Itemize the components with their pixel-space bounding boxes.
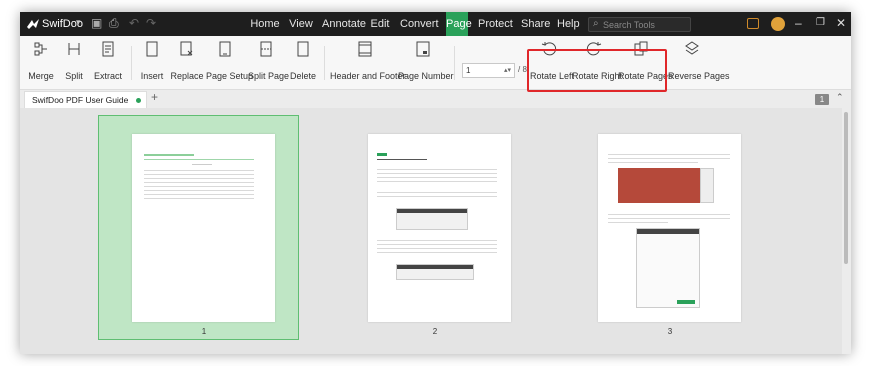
split-button[interactable]: Split xyxy=(60,38,88,86)
redo-icon[interactable]: ↷ xyxy=(146,16,156,30)
page-number-icon xyxy=(416,41,430,57)
menu-page[interactable]: Page xyxy=(446,12,472,36)
insert-button[interactable]: Insert xyxy=(136,38,168,86)
undo-icon[interactable]: ↶ xyxy=(129,16,139,30)
menu-edit[interactable]: Edit xyxy=(370,12,390,36)
page-number-label: 3 xyxy=(667,327,673,336)
reverse-pages-icon xyxy=(685,41,699,55)
app-window: SwifDoo ▾ ▣ ⎙ ↶ ↷ Home View Annotate Edi… xyxy=(20,12,851,354)
insert-icon xyxy=(146,41,158,57)
menu-view[interactable]: View xyxy=(288,12,314,36)
split-label: Split xyxy=(65,71,83,81)
ribbon-divider xyxy=(131,46,132,80)
header-footer-button[interactable]: Header and Footer xyxy=(330,38,406,86)
header-footer-label: Header and Footer xyxy=(330,71,406,81)
close-icon[interactable]: ✕ xyxy=(836,16,846,30)
document-tab[interactable]: SwifDoo PDF User Guide xyxy=(24,91,147,108)
title-bar: SwifDoo ▾ ▣ ⎙ ↶ ↷ Home View Annotate Edi… xyxy=(20,12,851,36)
page-number-label: Page Number xyxy=(398,71,454,81)
page-input[interactable]: 1 ▴▾ xyxy=(462,63,515,78)
page-number-button[interactable]: Page Number xyxy=(398,38,454,86)
merge-icon xyxy=(34,42,47,56)
menu-home[interactable]: Home xyxy=(248,12,282,36)
menu-share[interactable]: Share xyxy=(521,12,550,36)
split-page-icon xyxy=(260,41,272,57)
page-input-value: 1 xyxy=(466,66,471,75)
extract-label: Extract xyxy=(93,71,122,81)
search-box[interactable]: ⌕ xyxy=(588,17,691,32)
page-setup-icon xyxy=(219,41,231,57)
delete-page-icon xyxy=(297,41,309,57)
sample-image xyxy=(618,168,700,203)
app-menu-caret-icon[interactable]: ▾ xyxy=(76,17,81,28)
split-page-button[interactable]: Split Page xyxy=(248,38,290,86)
menu-annotate[interactable]: Annotate xyxy=(322,12,366,36)
menu-convert[interactable]: Convert xyxy=(400,12,439,36)
menu-help[interactable]: Help xyxy=(557,12,580,36)
search-icon: ⌕ xyxy=(593,18,599,29)
page-count-badge: 1 xyxy=(815,94,829,105)
avatar[interactable] xyxy=(771,17,785,31)
swifdoo-logo-icon xyxy=(27,19,39,29)
delete-button[interactable]: Delete xyxy=(288,38,318,86)
ribbon-divider xyxy=(324,46,325,80)
restore-icon[interactable]: ❐ xyxy=(816,17,825,28)
page-number-label: 1 xyxy=(201,327,207,336)
insert-label: Insert xyxy=(140,71,164,81)
chevron-up-icon[interactable]: ⌃ xyxy=(836,92,844,103)
extract-button[interactable]: Extract xyxy=(92,38,124,86)
page-setup-button[interactable]: Page Setup xyxy=(206,38,254,86)
replace-button[interactable]: Replace xyxy=(170,38,204,86)
reverse-pages-button[interactable]: Reverse Pages xyxy=(668,38,730,86)
document-tab-bar: SwifDoo PDF User Guide + 1 ⌃ xyxy=(20,90,851,108)
split-page-label: Split Page xyxy=(248,71,290,81)
menu-protect[interactable]: Protect xyxy=(478,12,513,36)
new-tab-icon[interactable]: + xyxy=(151,90,158,104)
header-footer-icon xyxy=(358,41,372,57)
split-icon xyxy=(68,43,80,55)
ribbon-divider xyxy=(454,46,455,80)
page-thumbnail[interactable] xyxy=(598,134,741,322)
rotate-tools-highlight xyxy=(527,49,667,92)
page-setup-label: Page Setup xyxy=(206,71,254,81)
page-thumbnail[interactable] xyxy=(368,134,511,322)
page-total: / 8 xyxy=(518,65,527,74)
replace-label: Replace xyxy=(170,71,204,81)
minimize-icon[interactable]: – xyxy=(795,16,802,30)
search-input[interactable] xyxy=(603,19,688,31)
page-number-label: 2 xyxy=(432,327,438,336)
merge-button[interactable]: Merge xyxy=(24,38,58,86)
merge-label: Merge xyxy=(28,71,54,81)
document-tab-title: SwifDoo PDF User Guide xyxy=(32,95,129,105)
cart-icon[interactable] xyxy=(747,18,759,29)
delete-label: Delete xyxy=(289,71,316,81)
vertical-scrollbar[interactable] xyxy=(844,112,848,264)
page-ribbon: Merge Split Extract Insert Replace Page … xyxy=(20,36,851,90)
replace-icon xyxy=(180,41,193,56)
save-icon[interactable]: ▣ xyxy=(91,16,102,30)
extract-icon xyxy=(102,41,114,57)
page-stepper-icon[interactable]: ▴▾ xyxy=(504,64,511,77)
print-icon[interactable]: ⎙ xyxy=(109,16,119,31)
unsaved-dot-icon xyxy=(136,98,141,103)
page-thumbnail[interactable] xyxy=(132,134,275,322)
reverse-pages-label: Reverse Pages xyxy=(668,71,730,81)
